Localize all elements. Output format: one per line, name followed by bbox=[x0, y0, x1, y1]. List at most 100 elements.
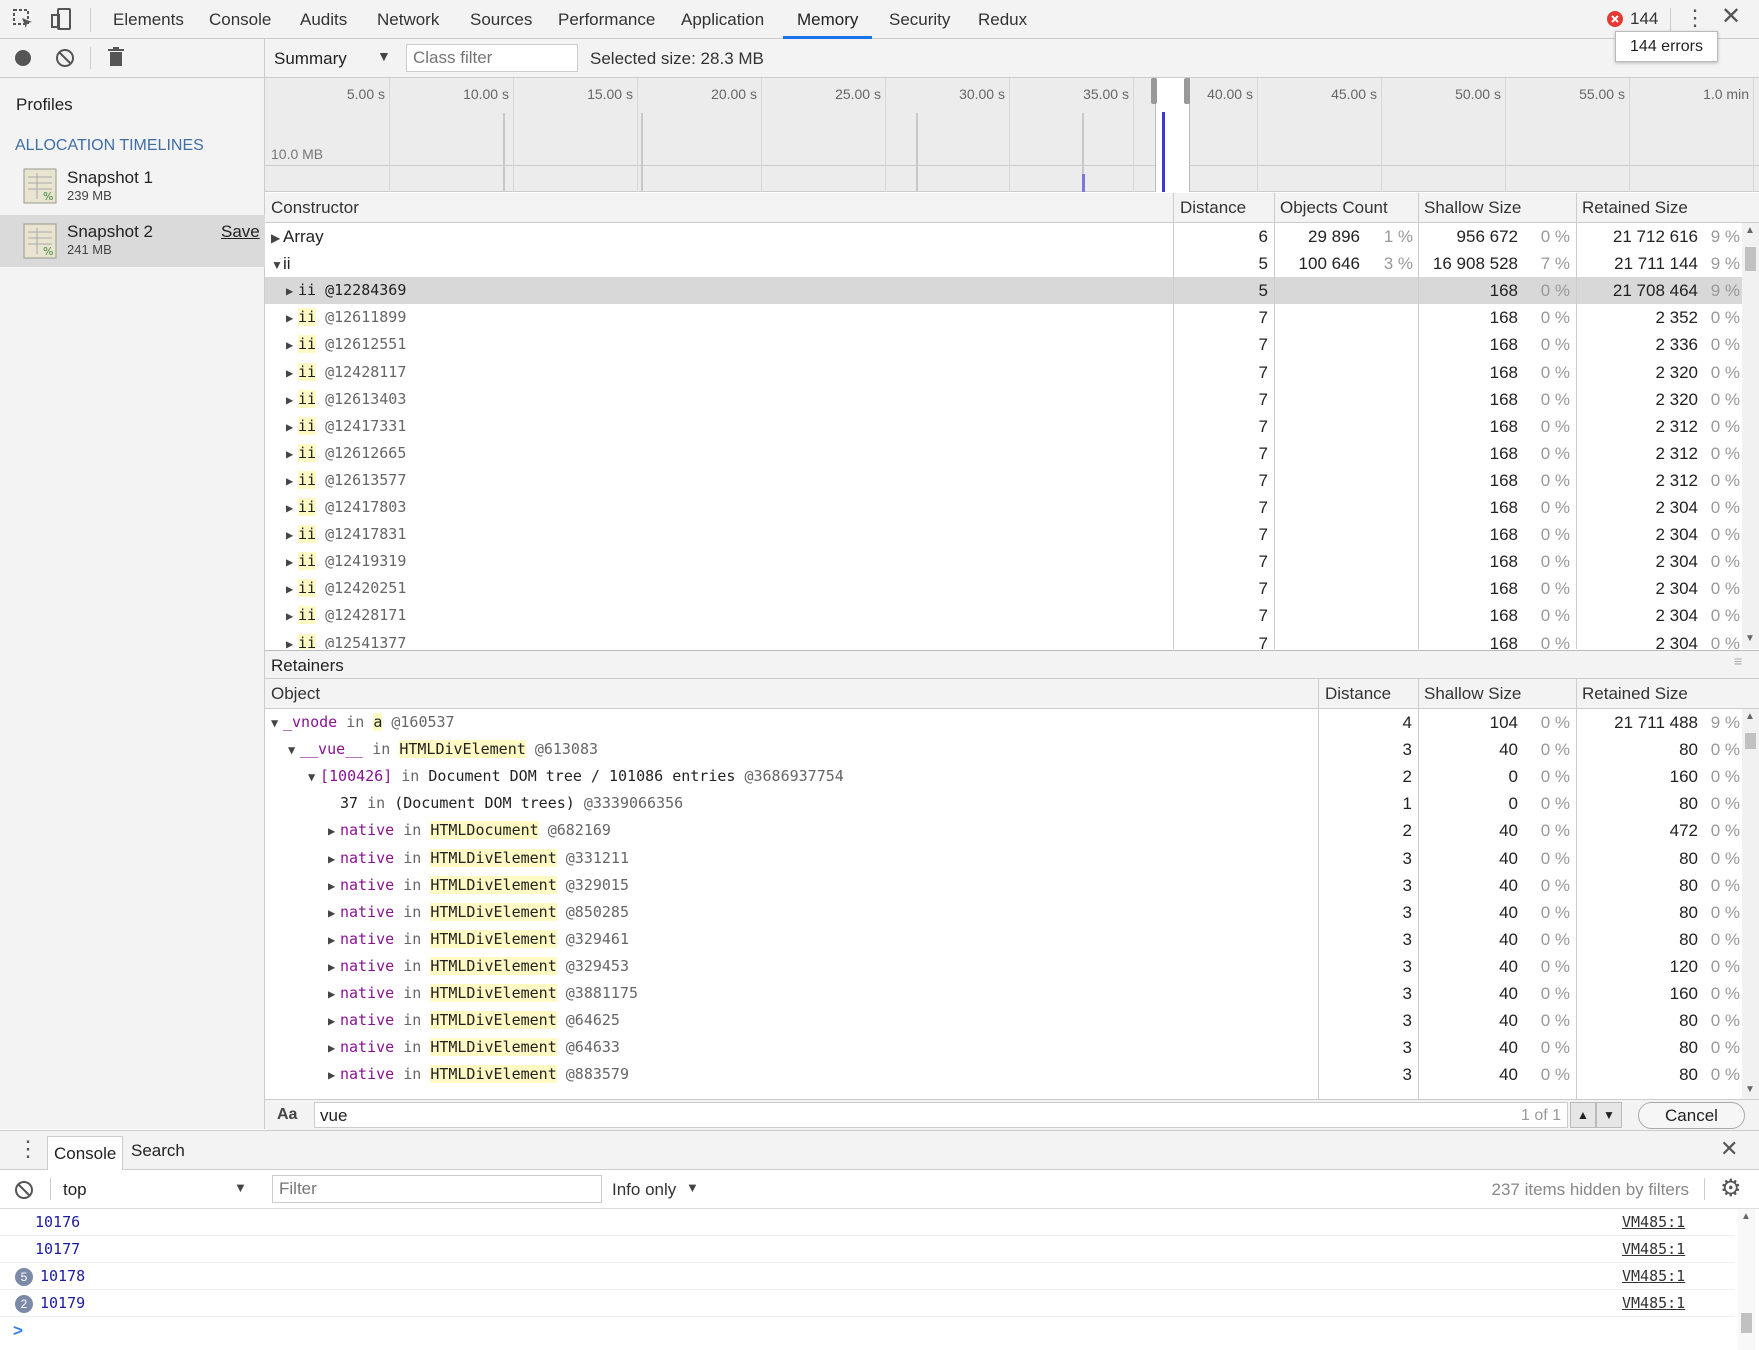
col-object[interactable]: Object bbox=[271, 679, 320, 709]
table-row[interactable]: ▶ ii @12417803 7 168 0 % 2 304 0 % bbox=[265, 494, 1742, 521]
expand-right-icon[interactable]: ▶ bbox=[286, 522, 298, 549]
expand-right-icon[interactable]: ▶ bbox=[328, 1035, 340, 1062]
expand-right-icon[interactable]: ▶ bbox=[286, 468, 298, 495]
table-row[interactable]: ▶ ii @12612665 7 168 0 % 2 312 0 % bbox=[265, 440, 1742, 467]
source-link[interactable]: VM485:1 bbox=[1622, 1263, 1685, 1290]
col-constructor[interactable]: Constructor bbox=[271, 193, 359, 223]
console-filter-input[interactable] bbox=[272, 1175, 602, 1203]
expand-right-icon[interactable]: ▶ bbox=[286, 387, 298, 414]
save-snapshot-link[interactable]: Save bbox=[221, 222, 260, 242]
tab-application[interactable]: Application bbox=[681, 0, 764, 39]
expand-right-icon[interactable]: ▶ bbox=[328, 954, 340, 981]
log-level-select[interactable]: Info only bbox=[612, 1180, 676, 1200]
retainer-row[interactable]: ▶ native in HTMLDivElement @329453 3 40 0 % 1… bbox=[265, 953, 1742, 980]
table-row[interactable]: ▼ii 5 100 646 3 % 16 908 528 7 % 21 711 144 9 % bbox=[265, 250, 1742, 277]
inspect-element-icon[interactable] bbox=[12, 8, 34, 35]
source-link[interactable]: VM485:1 bbox=[1622, 1290, 1685, 1317]
chevron-down-icon[interactable]: ▼ bbox=[686, 1180, 699, 1195]
retainer-row[interactable]: 37 in (Document DOM trees) @3339066356 1 0… bbox=[265, 790, 1742, 817]
col-distance[interactable]: Distance bbox=[1180, 193, 1246, 223]
tab-elements[interactable]: Elements bbox=[113, 0, 184, 39]
retainer-row[interactable]: ▶ native in HTMLDocument @682169 2 40 0 % 472… bbox=[265, 817, 1742, 844]
col-retained-size[interactable]: Retained Size bbox=[1582, 193, 1688, 223]
expand-right-icon[interactable]: ▶ bbox=[286, 441, 298, 468]
retainer-row[interactable]: ▶ native in HTMLDivElement @850285 3 40 0 % 8… bbox=[265, 899, 1742, 926]
expand-right-icon[interactable]: ▶ bbox=[328, 1008, 340, 1035]
table-row[interactable]: ▶ ii @12284369 5 168 0 % 21 708 464 9 % bbox=[265, 277, 1742, 305]
expand-right-icon[interactable]: ▶ bbox=[271, 225, 283, 252]
expand-right-icon[interactable]: ▶ bbox=[286, 576, 298, 603]
close-drawer-icon[interactable]: ✕ bbox=[1720, 1136, 1738, 1162]
retainer-row[interactable]: ▶ native in HTMLDivElement @64625 3 40 0 % 80… bbox=[265, 1007, 1742, 1034]
drag-handle-icon[interactable]: ≡ bbox=[1734, 653, 1742, 669]
clear-console-icon[interactable] bbox=[14, 1180, 34, 1205]
cancel-search-button[interactable]: Cancel bbox=[1638, 1102, 1745, 1129]
table-row[interactable]: ▶ ii @12420251 7 168 0 % 2 304 0 % bbox=[265, 575, 1742, 602]
expand-right-icon[interactable]: ▶ bbox=[328, 1062, 340, 1089]
table-row[interactable]: ▶ ii @12417831 7 168 0 % 2 304 0 % bbox=[265, 521, 1742, 548]
tab-redux[interactable]: Redux bbox=[978, 0, 1027, 39]
retainer-row[interactable]: ▶ native in HTMLDivElement @331211 3 40 0 % 8… bbox=[265, 845, 1742, 872]
snapshot-1[interactable]: % Snapshot 1 239 MB bbox=[0, 159, 265, 211]
retainer-row[interactable]: ▼ __vue__ in HTMLDivElement @613083 3 40 0 %… bbox=[265, 736, 1742, 763]
tab-sources[interactable]: Sources bbox=[470, 0, 532, 39]
retainer-row[interactable]: ▶ native in HTMLDivElement @329015 3 40 0 % 8… bbox=[265, 872, 1742, 899]
console-scrollbar[interactable]: ▲ bbox=[1738, 1209, 1755, 1350]
expand-right-icon[interactable]: ▶ bbox=[286, 495, 298, 522]
col-shallow-size[interactable]: Shallow Size bbox=[1424, 679, 1521, 709]
console-prompt[interactable]: > bbox=[13, 1321, 23, 1341]
chevron-down-icon[interactable]: ▼ bbox=[377, 48, 391, 64]
source-link[interactable]: VM485:1 bbox=[1622, 1209, 1685, 1236]
previous-match-button[interactable]: ▲ bbox=[1570, 1102, 1596, 1128]
expand-right-icon[interactable]: ▶ bbox=[286, 360, 298, 387]
retainer-row[interactable]: ▶ native in HTMLDivElement @64633 3 40 0 % 80… bbox=[265, 1034, 1742, 1061]
tab-network[interactable]: Network bbox=[377, 0, 439, 39]
source-link[interactable]: VM485:1 bbox=[1622, 1236, 1685, 1263]
retainer-row[interactable]: ▼ _vnode in a @160537 4 104 0 % 21 711 488 9 % bbox=[265, 709, 1742, 736]
col-distance[interactable]: Distance bbox=[1325, 679, 1391, 709]
snapshot-2[interactable]: % Snapshot 2 241 MB Save bbox=[0, 215, 265, 267]
console-settings-gear-icon[interactable]: ⚙ bbox=[1720, 1174, 1742, 1203]
next-match-button[interactable]: ▼ bbox=[1596, 1102, 1622, 1128]
record-icon[interactable] bbox=[14, 49, 32, 72]
expand-right-icon[interactable]: ▶ bbox=[286, 332, 298, 359]
retainers-scrollbar[interactable]: ▲ ▼ bbox=[1742, 709, 1759, 1100]
expand-right-icon[interactable]: ▶ bbox=[328, 981, 340, 1008]
retainer-row[interactable]: ▼ [100426] in Document DOM tree / 101086 … bbox=[265, 763, 1742, 790]
tab-audits[interactable]: Audits bbox=[300, 0, 347, 39]
expand-right-icon[interactable]: ▶ bbox=[328, 846, 340, 873]
view-select[interactable]: Summary bbox=[274, 49, 347, 69]
table-row[interactable]: ▶ ii @12419319 7 168 0 % 2 304 0 % bbox=[265, 548, 1742, 575]
clear-icon[interactable] bbox=[55, 48, 75, 73]
expand-right-icon[interactable]: ▶ bbox=[328, 818, 340, 845]
allocation-timeline[interactable]: 10.0 MB 5.00 s 10.00 s 15.00 s 20.00 s 25.00… bbox=[265, 78, 1759, 192]
expand-right-icon[interactable]: ▶ bbox=[286, 603, 298, 630]
error-icon[interactable] bbox=[1607, 11, 1623, 32]
tab-search[interactable]: Search bbox=[131, 1141, 185, 1161]
expand-right-icon[interactable]: ▶ bbox=[286, 549, 298, 576]
expand-right-icon[interactable]: ▶ bbox=[286, 305, 298, 332]
selection-handle[interactable] bbox=[1184, 78, 1190, 104]
device-toolbar-icon[interactable] bbox=[50, 7, 74, 36]
table-row[interactable]: ▶ ii @12612551 7 168 0 % 2 336 0 % bbox=[265, 331, 1742, 358]
table-row[interactable]: ▶ ii @12613403 7 168 0 % 2 320 0 % bbox=[265, 386, 1742, 413]
expand-right-icon[interactable]: ▶ bbox=[286, 278, 298, 305]
expand-down-icon[interactable]: ▼ bbox=[308, 764, 320, 791]
context-select[interactable]: top bbox=[63, 1180, 87, 1200]
constructor-scrollbar[interactable]: ▲ ▼ bbox=[1742, 223, 1759, 649]
table-row[interactable]: ▶ ii @12541377 7 168 0 % 2 304 0 % bbox=[265, 630, 1742, 650]
table-row[interactable]: ▶ ii @12417331 7 168 0 % 2 312 0 % bbox=[265, 413, 1742, 440]
col-shallow-size[interactable]: Shallow Size bbox=[1424, 193, 1521, 223]
chevron-down-icon[interactable]: ▼ bbox=[234, 1180, 247, 1195]
expand-right-icon[interactable]: ▶ bbox=[328, 900, 340, 927]
expand-down-icon[interactable]: ▼ bbox=[271, 252, 283, 279]
more-options-icon[interactable]: ⋮ bbox=[1684, 4, 1706, 32]
expand-right-icon[interactable]: ▶ bbox=[328, 927, 340, 954]
table-row[interactable]: ▶ ii @12428171 7 168 0 % 2 304 0 % bbox=[265, 602, 1742, 629]
tab-performance[interactable]: Performance bbox=[558, 0, 655, 39]
error-count[interactable]: 144 bbox=[1630, 9, 1658, 29]
col-objects-count[interactable]: Objects Count bbox=[1280, 193, 1388, 223]
selection-handle[interactable] bbox=[1151, 78, 1157, 104]
expand-right-icon[interactable]: ▶ bbox=[286, 631, 298, 650]
table-row[interactable]: ▶ ii @12428117 7 168 0 % 2 320 0 % bbox=[265, 359, 1742, 386]
